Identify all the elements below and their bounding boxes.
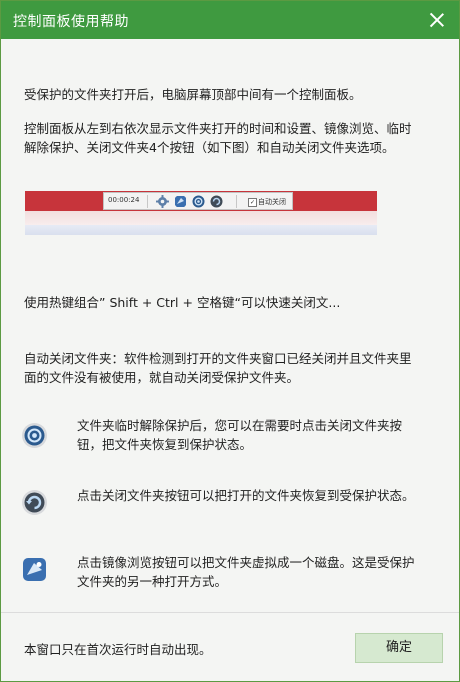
control-panel-preview-image: 00:00:24 ✓ 自动关闭 (25, 191, 377, 237)
auto-close-label: 自动关闭 (258, 198, 286, 206)
unprotect-description: 文件夹临时解除保护后，您可以在需要时点击关闭文件夹按 钮，把文件夹恢复到保护状态… (77, 418, 403, 452)
preview-timer: 00:00:24 (108, 196, 140, 204)
close-folder-icon (210, 195, 223, 208)
panel-description-line2: 解除保护、关闭文件夹4个按钮（如下图）和自动关闭文件夹选项。 (24, 140, 395, 155)
title-bar: 控制面板使用帮助 (1, 1, 459, 39)
mirror-browse-icon (175, 196, 186, 207)
close-folder-icon (22, 490, 47, 515)
unprotect-icon (192, 195, 205, 208)
auto-close-checkbox: ✓ (248, 198, 257, 207)
settings-gear-icon (156, 195, 169, 208)
window-title: 控制面板使用帮助 (13, 14, 129, 30)
preview-control-panel: 00:00:24 ✓ 自动关闭 (103, 192, 293, 210)
panel-description-line1: 控制面板从左到右依次显示文件夹打开的时间和设置、镜像浏览、临时 (24, 121, 412, 136)
close-folder-description: 点击关闭文件夹按钮可以把打开的文件夹恢复到受保护状态。 (77, 488, 415, 503)
first-run-note: 本窗口只在首次运行时自动出现。 (24, 642, 212, 657)
close-icon[interactable] (427, 10, 447, 30)
mirror-browse-icon (23, 558, 46, 581)
hotkey-text: 使用热键组合” Shift + Ctrl + 空格键“可以快速关闭文... (24, 295, 341, 310)
intro-text: 受保护的文件夹打开后，电脑屏幕顶部中间有一个控制面板。 (24, 87, 362, 102)
mirror-browse-description: 点击镜像浏览按钮可以把文件夹虚拟成一个磁盘。这是受保护 文件夹的另一种打开方式。 (77, 555, 415, 589)
auto-close-line2: 面的文件没有被使用，就自动关闭受保护文件夹。 (24, 370, 300, 385)
unprotect-icon (22, 423, 47, 448)
auto-close-line1: 自动关闭文件夹：软件检测到打开的文件夹窗口已经关闭并且文件夹里 (24, 351, 412, 366)
panel-description: 控制面板从左到右依次显示文件夹打开的时间和设置、镜像浏览、临时 解除保护、关闭文… (24, 119, 434, 157)
help-dialog: 控制面板使用帮助 受保护的文件夹打开后，电脑屏幕顶部中间有一个控制面板。 控制面… (0, 0, 460, 682)
auto-close-description: 自动关闭文件夹：软件检测到打开的文件夹窗口已经关闭并且文件夹里 面的文件没有被使… (24, 349, 434, 387)
footer-divider (1, 612, 459, 613)
ok-button[interactable]: 确定 (355, 633, 443, 663)
